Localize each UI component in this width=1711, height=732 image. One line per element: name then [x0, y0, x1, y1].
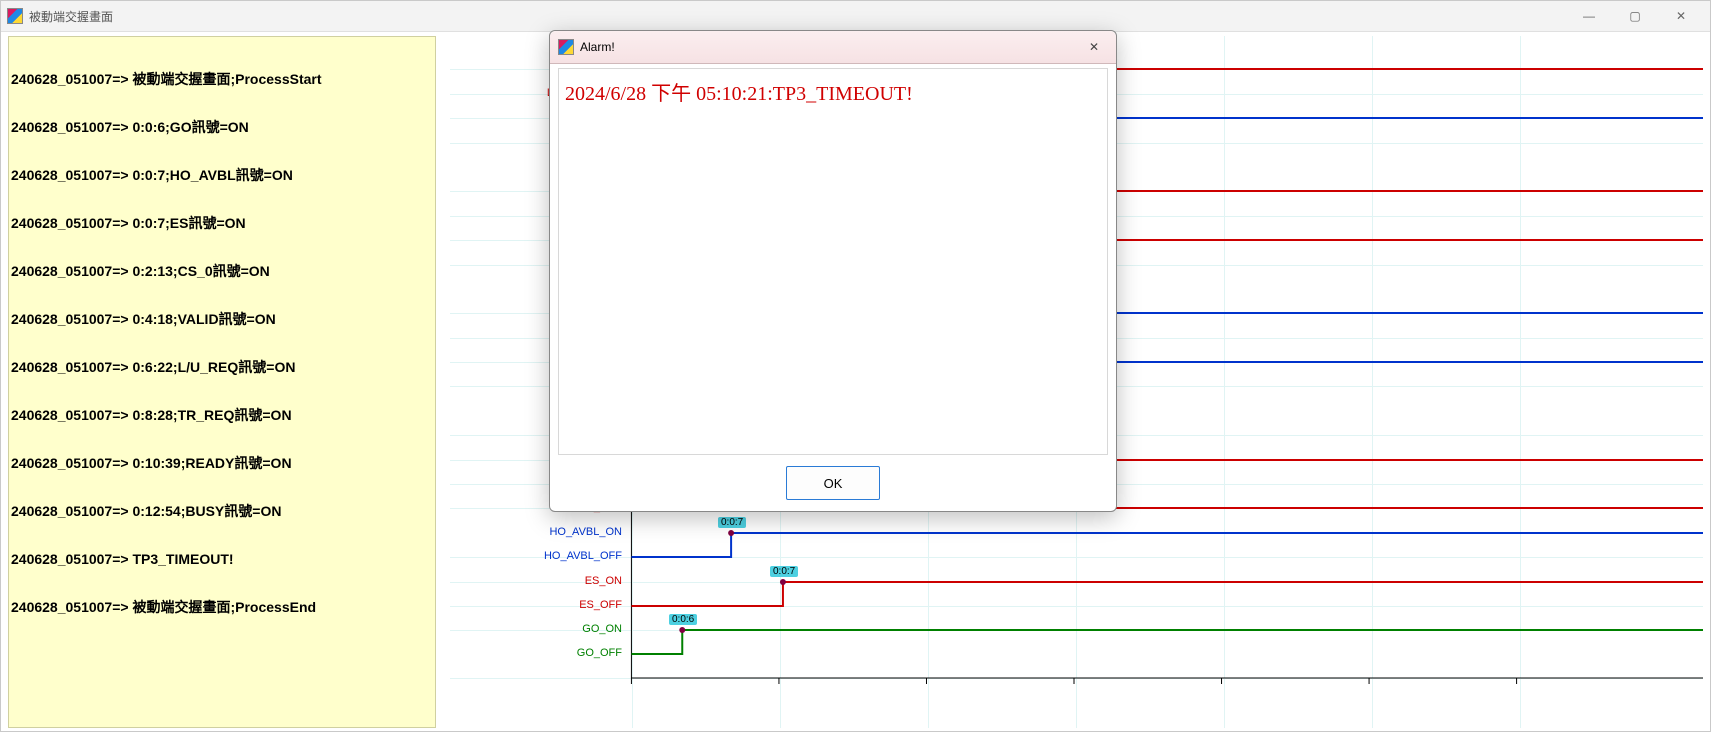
log-line: 240628_051007=> 0:8:28;TR_REQ訊號=ON [11, 407, 433, 423]
log-line: 240628_051007=> TP3_TIMEOUT! [11, 551, 433, 567]
alarm-dialog: Alarm! ✕ 2024/6/28 下午 05:10:21:TP3_TIMEO… [549, 30, 1117, 512]
window-title: 被動端交握畫面 [29, 8, 113, 25]
row-label: GO_ON [450, 623, 622, 635]
log-line: 240628_051007=> 0:0:6;GO訊號=ON [11, 119, 433, 135]
log-line: 240628_051007=> 0:0:7;HO_AVBL訊號=ON [11, 167, 433, 183]
log-line: 240628_051007=> 0:6:22;L/U_REQ訊號=ON [11, 359, 433, 375]
row-label: ES_OFF [450, 599, 622, 611]
time-tag: 0:0:7 [770, 566, 798, 577]
window-controls: — ▢ ✕ [1566, 1, 1704, 31]
main-titlebar[interactable]: 被動端交握畫面 — ▢ ✕ [1, 1, 1710, 32]
minimize-button[interactable]: — [1566, 1, 1612, 31]
close-button[interactable]: ✕ [1658, 1, 1704, 31]
app-icon [7, 8, 23, 24]
log-line: 240628_051007=> 被動端交握畫面;ProcessEnd [11, 599, 433, 615]
time-tag: 0:0:6 [669, 614, 697, 625]
row-label: HO_AVBL_OFF [450, 550, 622, 562]
dialog-close-button[interactable]: ✕ [1080, 35, 1108, 59]
close-icon: ✕ [1089, 40, 1099, 54]
log-line: 240628_051007=> 0:4:18;VALID訊號=ON [11, 311, 433, 327]
log-line: 240628_051007=> 0:0:7;ES訊號=ON [11, 215, 433, 231]
row-label: GO_OFF [450, 647, 622, 659]
maximize-button[interactable]: ▢ [1612, 1, 1658, 31]
row-label: ES_ON [450, 575, 622, 587]
row-label: HO_AVBL_ON [450, 526, 622, 538]
log-panel[interactable]: 240628_051007=> 被動端交握畫面;ProcessStart 240… [8, 36, 436, 728]
ok-button[interactable]: OK [786, 466, 880, 500]
dialog-message-area[interactable]: 2024/6/28 下午 05:10:21:TP3_TIMEOUT! [558, 68, 1108, 455]
log-line: 240628_051007=> 0:2:13;CS_0訊號=ON [11, 263, 433, 279]
dialog-title: Alarm! [580, 40, 615, 54]
dialog-footer: OK [550, 455, 1116, 511]
dialog-message: 2024/6/28 下午 05:10:21:TP3_TIMEOUT! [565, 83, 913, 105]
log-line: 240628_051007=> 0:10:39;READY訊號=ON [11, 455, 433, 471]
log-line: 240628_051007=> 0:12:54;BUSY訊號=ON [11, 503, 433, 519]
dialog-titlebar[interactable]: Alarm! ✕ [550, 31, 1116, 64]
log-line: 240628_051007=> 被動端交握畫面;ProcessStart [11, 71, 433, 87]
time-tag: 0:0:7 [718, 517, 746, 528]
dialog-app-icon [558, 39, 574, 55]
